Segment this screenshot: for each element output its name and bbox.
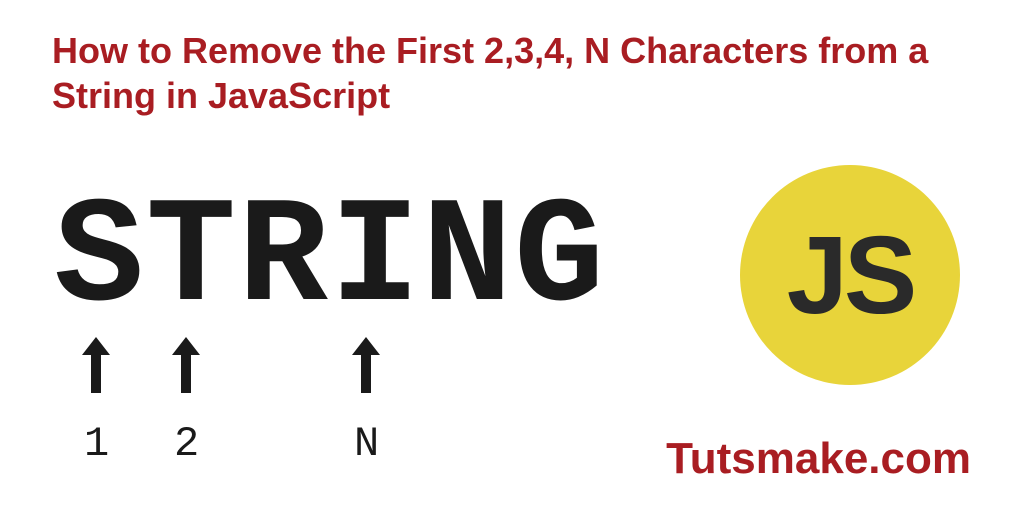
index-label-2: 2 (174, 420, 199, 468)
index-label-1: 1 (84, 420, 109, 468)
arrow-up-icon (166, 335, 206, 395)
arrow-up-icon (346, 335, 386, 395)
page-title: How to Remove the First 2,3,4, N Charact… (52, 28, 969, 118)
arrow-up-icon (76, 335, 116, 395)
js-logo-badge: JS (740, 165, 960, 385)
brand-name: Tutsmake.com (666, 434, 971, 484)
index-label-n: N (354, 420, 379, 468)
string-illustration: STRING (54, 175, 606, 345)
js-logo-text: JS (787, 212, 914, 339)
